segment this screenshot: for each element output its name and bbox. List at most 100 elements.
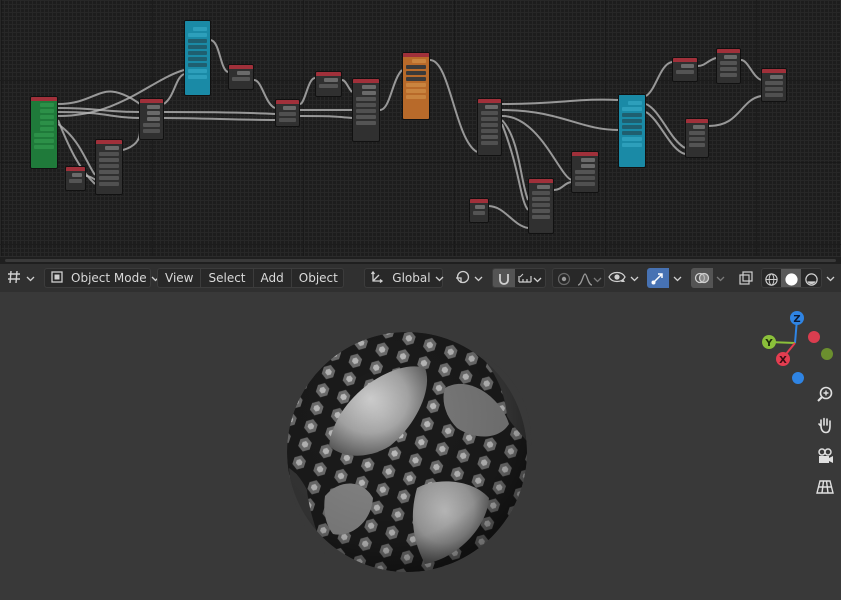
node-link xyxy=(122,129,141,151)
header-menus: View Select Add Object xyxy=(157,268,345,288)
ortho-grid-icon[interactable] xyxy=(812,474,838,500)
shading-mode-group xyxy=(760,268,823,288)
node-link xyxy=(163,117,276,121)
chevron-down-icon xyxy=(826,274,835,283)
proportional-edit-icon[interactable] xyxy=(553,269,575,287)
overlay-group xyxy=(691,268,729,288)
node-editor-type-icon xyxy=(6,269,22,288)
node-link xyxy=(645,111,686,155)
axis-z-negative xyxy=(792,372,804,384)
node-link xyxy=(740,59,762,81)
node-texture-coordinate[interactable] xyxy=(30,96,58,169)
node-group-teal-2[interactable] xyxy=(618,94,646,168)
node-value[interactable] xyxy=(65,166,86,191)
node-link xyxy=(299,115,353,119)
node-link xyxy=(553,181,573,191)
node-link xyxy=(163,73,185,105)
viewport-header: Object Mode View Select Add Object Globa… xyxy=(0,264,841,292)
node-material-output[interactable] xyxy=(761,68,787,102)
chevron-down-icon xyxy=(716,274,725,283)
snap-increment-icon[interactable] xyxy=(515,269,545,287)
node-principled[interactable] xyxy=(477,98,502,156)
object-mode-icon xyxy=(50,270,64,287)
node-color-ramp[interactable] xyxy=(402,52,430,120)
node-link xyxy=(209,39,229,73)
zoom-icon[interactable] xyxy=(812,381,838,407)
axis-x-negative xyxy=(808,331,820,343)
node-math-1[interactable] xyxy=(275,99,300,127)
blender-window: Object Mode View Select Add Object Globa… xyxy=(0,0,841,600)
menu-add[interactable]: Add xyxy=(254,269,292,287)
gizmo-icon[interactable] xyxy=(647,268,670,288)
node-math-3[interactable] xyxy=(716,48,741,84)
pivot-point-button[interactable] xyxy=(449,268,488,288)
menu-view[interactable]: View xyxy=(158,269,202,287)
mode-select-label: Object Mode xyxy=(71,271,147,285)
snap-icon[interactable] xyxy=(493,269,516,287)
transform-orientation-icon xyxy=(370,270,384,287)
falloff-curve-icon[interactable] xyxy=(575,269,605,287)
menu-select[interactable]: Select xyxy=(201,269,254,287)
chevron-down-icon xyxy=(593,275,602,284)
node-mapping[interactable] xyxy=(139,98,164,140)
node-link xyxy=(501,98,619,105)
chevron-down-icon xyxy=(533,275,542,284)
transform-orientation-select[interactable]: Global xyxy=(364,268,444,288)
chevron-down-icon xyxy=(673,274,682,283)
node-link xyxy=(429,59,478,153)
chevron-down-icon xyxy=(630,274,639,283)
overlays-icon[interactable] xyxy=(691,268,713,288)
material-preview-icon[interactable] xyxy=(801,269,821,287)
gizmo-dropdown[interactable] xyxy=(669,268,685,288)
node-separate-xyz[interactable] xyxy=(228,64,254,90)
node-link xyxy=(253,79,276,109)
axis-z-label: Z xyxy=(793,314,800,325)
node-link xyxy=(645,103,686,149)
node-link xyxy=(501,115,573,181)
axis-y-negative xyxy=(821,348,833,360)
transform-orientation-label: Global xyxy=(392,271,431,285)
node-vector-math-2[interactable] xyxy=(528,178,554,234)
node-link xyxy=(708,95,762,127)
node-mix[interactable] xyxy=(571,151,599,193)
node-group-teal-1[interactable] xyxy=(184,20,211,96)
solid-shading-icon[interactable] xyxy=(781,269,802,287)
node-link xyxy=(645,61,673,97)
node-value-2[interactable] xyxy=(469,198,489,223)
mode-select[interactable]: Object Mode xyxy=(44,268,160,288)
node-mix-shader[interactable] xyxy=(685,118,709,158)
gizmo-group xyxy=(647,268,685,288)
eye-icon xyxy=(608,270,627,287)
shader-node-editor[interactable] xyxy=(0,0,841,256)
chevron-down-icon xyxy=(26,274,35,283)
editor-type-button[interactable] xyxy=(3,268,38,288)
node-link xyxy=(163,111,276,115)
node-links xyxy=(57,39,762,229)
wireframe-shading-icon[interactable] xyxy=(762,269,782,287)
pan-hand-icon[interactable] xyxy=(812,412,838,438)
shading-dropdown[interactable] xyxy=(822,268,838,288)
node-math-2[interactable] xyxy=(672,57,698,82)
menu-object[interactable]: Object xyxy=(292,269,344,287)
3d-viewport[interactable]: Z Y X xyxy=(0,292,841,600)
node-link xyxy=(501,123,529,211)
axis-x-label: X xyxy=(779,355,787,366)
node-link xyxy=(341,79,353,93)
navigation-gizmo[interactable]: Z Y X xyxy=(752,300,838,386)
axis-y-label: Y xyxy=(764,338,773,349)
node-math-clamp[interactable] xyxy=(315,71,342,97)
overlays-dropdown[interactable] xyxy=(713,268,729,288)
area-splitter[interactable] xyxy=(0,256,841,264)
xray-icon[interactable] xyxy=(735,268,757,288)
node-link xyxy=(299,77,316,105)
node-voronoi[interactable] xyxy=(352,78,380,142)
node-link xyxy=(379,69,403,111)
pivot-point-icon xyxy=(454,269,470,288)
camera-icon[interactable] xyxy=(812,443,838,469)
snap-group xyxy=(492,268,546,288)
node-link xyxy=(487,205,529,229)
sphere-object[interactable] xyxy=(285,328,535,584)
node-vector-math[interactable] xyxy=(95,139,123,195)
chevron-down-icon xyxy=(474,274,483,283)
visibility-button[interactable] xyxy=(605,268,642,288)
